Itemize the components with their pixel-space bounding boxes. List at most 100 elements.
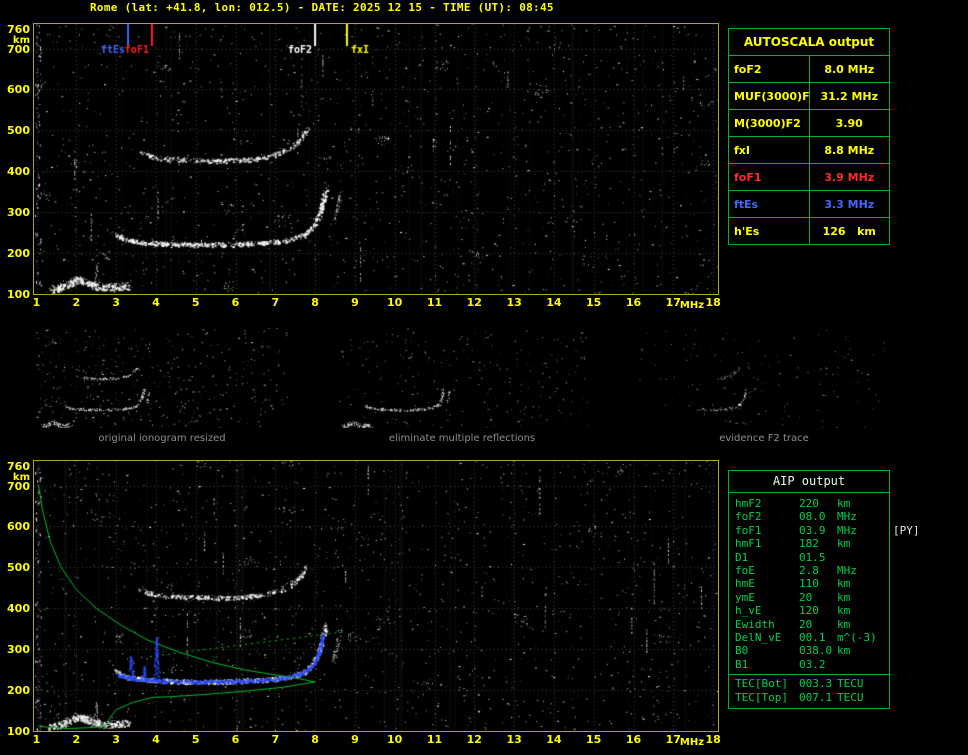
top-plot-xtick-6: 6 (231, 296, 240, 309)
top-plot-ytick-300: 300 (7, 206, 30, 220)
top-plot-xtick-2: 2 (72, 296, 81, 309)
bottom-plot-xtick-12: 12 (466, 733, 482, 746)
autoscala-table-body: foF2 8.0 MHz MUF(3000)F2 31.2 MHz M(3000)F2 3… (728, 55, 890, 245)
aip-row-b0: B0 038.0 km (729, 644, 889, 657)
aip-row-yme: ymE 20 km (729, 591, 889, 604)
aip-param-value: 182 (799, 537, 819, 551)
aip-row-foe: foE 2.8 MHz (729, 564, 889, 577)
aip-param-value: 220 (799, 497, 819, 510)
aip-row-hmf1: hmF1 182 km (729, 537, 889, 550)
aip-row-h-ve: h_vE 120 km (729, 604, 889, 617)
autoscala-row-fof1: foF1 3.9 MHz (728, 163, 890, 191)
aip-param-value: 007.1 (799, 690, 833, 704)
aip-param-name: Ewidth (735, 617, 775, 631)
top-plot-xaxis-unit: MHz (679, 300, 705, 311)
autoscala-value-fxi: 8.8 MHz (808, 136, 890, 164)
autoscala-row-fxi: fxI 8.8 MHz (728, 136, 890, 164)
aip-param-value: 01.5 (799, 550, 826, 564)
aip-param-unit: MHz (837, 564, 857, 578)
top-plot-ytick-600: 600 (7, 83, 30, 97)
aip-param-unit: km (837, 604, 851, 618)
bottom-plot-xtick-16: 16 (625, 733, 642, 746)
aip-param-unit: km (837, 577, 851, 591)
aip-param-flag: [PY] (893, 523, 920, 537)
aip-param-name: hmE (735, 577, 755, 591)
autoscala-row-muf-3000-f2: MUF(3000)F2 31.2 MHz (728, 82, 890, 110)
aip-row-d1: D1 01.5 (729, 551, 889, 564)
top-plot-xtick-4: 4 (152, 296, 160, 309)
bottom-plot-xtick-7: 7 (271, 733, 280, 746)
top-plot-ytick-500: 500 (7, 124, 30, 138)
top-plot-xtick-14: 14 (546, 296, 562, 309)
aip-param-name: h_vE (735, 604, 762, 618)
top-plot-xtick-5: 5 (191, 296, 200, 309)
aip-param-unit: MHz (837, 523, 857, 537)
aip-param-value: 03.2 (799, 657, 826, 671)
aip-row-fof2: foF2 08.0 MHz (729, 510, 889, 523)
aip-row-hme: hmE 110 km (729, 577, 889, 590)
bottom-ionogram-y-axis: 760 700 600 500 400 300 200 100 km (0, 460, 32, 752)
top-ionogram-x-axis: 1 2 3 4 5 6 7 8 9 10 11 12 13 14 15 16 17 18 MHz (0, 296, 968, 314)
aip-param-name: B0 (735, 644, 749, 658)
thumbnail-eliminate-reflections: eliminate multiple reflections (336, 328, 588, 444)
bottom-plot-xtick-15: 15 (586, 733, 602, 746)
thumbnail-eliminate-reflections-canvas (336, 328, 588, 428)
autoscala-param-m-3000-f2: M(3000)F2 (728, 109, 810, 137)
top-plot-xtick-16: 16 (625, 296, 642, 309)
autoscala-param-ftes: ftEs (728, 190, 810, 218)
autoscala-param-fxi: fxI (728, 136, 810, 164)
top-ionogram-canvas (33, 23, 719, 295)
aip-row-hmf2: hmF2 220 km (729, 497, 889, 510)
autoscala-param-muf-3000-f2: MUF(3000)F2 (728, 82, 810, 110)
aip-param-value: 20 (799, 590, 813, 604)
autoscala-row-h-es: h'Es 126 km (728, 217, 890, 245)
thumbnail-eliminate-reflections-label: eliminate multiple reflections (388, 433, 536, 444)
autoscala-param-fof2: foF2 (728, 55, 810, 83)
aip-param-value: 08.0 (799, 510, 826, 524)
top-plot-xtick-12: 12 (466, 296, 482, 309)
aip-output-table: AIP output hmF2 220 km foF2 08.0 MHz foF1 03.9 M… (728, 470, 920, 710)
thumbnail-original-label: original ionogram resized (98, 433, 226, 444)
bottom-ionogram-canvas (33, 460, 719, 732)
aip-param-unit: km (837, 537, 851, 551)
bottom-plot-xtick-14: 14 (546, 733, 562, 746)
aip-row-deln-ve: DelN_vE 00.1 m^(-3) (729, 631, 889, 644)
bottom-plot-xtick-2: 2 (72, 733, 81, 746)
top-plot-xtick-1: 1 (32, 296, 41, 309)
aip-param-unit: km (837, 644, 851, 658)
aip-param-value: 20 (799, 617, 813, 631)
bottom-plot-xtick-6: 6 (231, 733, 240, 746)
aip-param-name: foF1 (735, 523, 762, 537)
aip-row-ewidth: Ewidth 20 km (729, 618, 889, 631)
top-plot-xtick-15: 15 (586, 296, 602, 309)
bottom-plot-yaxis-unit: km (12, 472, 30, 483)
bottom-plot-xtick-10: 10 (387, 733, 403, 746)
aip-param-name: hmF1 (735, 537, 762, 551)
aip-param-name: TEC[Bot] (735, 677, 788, 691)
autoscala-table-header-row: AUTOSCALA output (728, 28, 890, 56)
aip-row-tec-bot: TEC[Bot] 003.3 TECU (729, 674, 889, 690)
aip-param-unit: TECU (837, 677, 864, 691)
aip-param-value: 120 (799, 604, 819, 618)
bottom-plot-ytick-300: 300 (7, 643, 30, 657)
autoscala-value-fof1: 3.9 MHz (808, 163, 890, 191)
aip-param-unit: m^(-3) (837, 631, 877, 645)
aip-param-name: D1 (735, 550, 749, 564)
bottom-plot-ytick-500: 500 (7, 561, 30, 575)
autoscala-row-ftes: ftEs 3.3 MHz (728, 190, 890, 218)
top-plot-xtick-13: 13 (506, 296, 522, 309)
bottom-plot-xtick-5: 5 (191, 733, 200, 746)
bottom-plot-xtick-3: 3 (112, 733, 120, 746)
aip-param-value: 2.8 (799, 564, 819, 578)
autoscala-table-header: AUTOSCALA output (728, 28, 890, 56)
aip-param-name: TEC[Top] (735, 690, 788, 704)
aip-param-name: hmF2 (735, 497, 762, 510)
aip-table-rows: hmF2 220 km foF2 08.0 MHz foF1 03.9 MHz [PY] hmF1 1… (729, 497, 920, 704)
autoscala-param-fof1: foF1 (728, 163, 810, 191)
top-plot-xtick-3: 3 (112, 296, 120, 309)
bottom-ionogram-x-axis: 1 2 3 4 5 6 7 8 9 10 11 12 13 14 15 16 17 18 MHz (0, 733, 968, 751)
aip-param-name: B1 (735, 657, 749, 671)
station-date-title: Rome (lat: +41.8, lon: 012.5) - DATE: 20… (90, 1, 554, 14)
aip-param-unit: km (837, 617, 851, 631)
autoscala-row-m-3000-f2: M(3000)F2 3.90 (728, 109, 890, 137)
